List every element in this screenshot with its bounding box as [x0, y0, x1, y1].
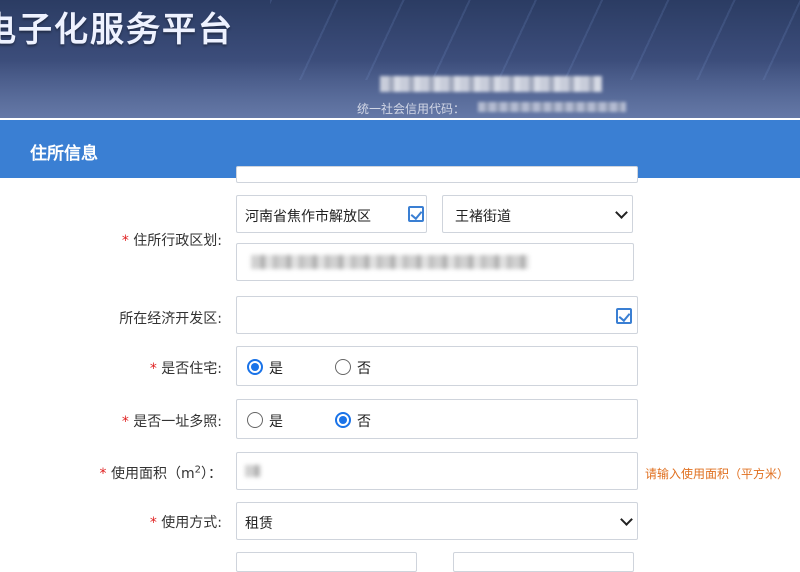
usage-type-label: * 使用方式: [150, 512, 222, 532]
radio-multi-license-no-label[interactable]: 否 [357, 411, 371, 431]
chevron-down-icon [620, 513, 633, 526]
required-mark: * [121, 414, 129, 430]
dev-zone-label: 所在经济开发区: [119, 311, 222, 327]
company-name-redacted [380, 76, 602, 92]
usage-area-hint: 请输入使用面积（平方米） [645, 467, 790, 481]
required-mark: * [149, 361, 157, 377]
radio-is-residence-no-label[interactable]: 否 [357, 358, 371, 378]
multi-license-radio-group: 是 否 [236, 399, 638, 439]
usage-area-input[interactable] [236, 452, 638, 490]
radio-is-residence-yes-label[interactable]: 是 [269, 358, 283, 378]
credit-code-redacted [478, 102, 626, 112]
credit-code-label: 统一社会信用代码： [357, 102, 466, 116]
dev-zone-picker-field[interactable] [236, 296, 638, 334]
address-form: * 住所行政区划: 河南省焦作市解放区 王褚街道 所在经济开发区: * 是否住宅… [0, 166, 800, 572]
next-field-left[interactable] [236, 552, 417, 572]
multi-license-label: * 是否一址多照: [122, 411, 222, 431]
admin-region-label-text: 住所行政区划: [133, 233, 222, 249]
header-banner: 电子化服务平台 统一社会信用代码： [0, 0, 800, 118]
radio-multi-license-no[interactable] [335, 412, 351, 428]
radio-multi-license-yes-label[interactable]: 是 [269, 411, 283, 431]
usage-area-label-suffix: ）： [201, 466, 222, 482]
radio-is-residence-yes[interactable] [247, 359, 263, 375]
usage-type-value: 租赁 [245, 516, 273, 532]
next-field-right[interactable] [453, 552, 634, 572]
previous-field[interactable] [236, 166, 638, 183]
admin-region-label: * 住所行政区划: [122, 230, 222, 250]
street-select[interactable]: 王褚街道 [442, 195, 633, 233]
region-value: 河南省焦作市解放区 [245, 209, 371, 225]
required-mark: * [149, 515, 157, 531]
usage-area-redacted [245, 465, 261, 477]
chevron-down-icon [615, 206, 628, 219]
radio-is-residence-no[interactable] [335, 359, 351, 375]
is-residence-label: * 是否住宅: [150, 358, 222, 378]
usage-area-label-prefix: 使用面积（m [110, 466, 195, 482]
address-redacted [251, 255, 529, 269]
detailed-address-input[interactable] [236, 243, 634, 281]
section-title: 住所信息 [30, 144, 98, 164]
is-residence-label-text: 是否住宅: [161, 361, 222, 377]
usage-type-label-text: 使用方式: [161, 515, 222, 531]
usage-type-select[interactable]: 租赁 [236, 502, 638, 540]
required-mark: * [121, 233, 129, 249]
checkbox-picker-icon[interactable] [616, 308, 632, 324]
region-picker-field[interactable]: 河南省焦作市解放区 [236, 195, 427, 233]
usage-area-label: * 使用面积（m2）： [100, 463, 222, 483]
checkbox-picker-icon[interactable] [408, 206, 424, 222]
required-mark: * [99, 466, 107, 482]
multi-license-label-text: 是否一址多照: [133, 414, 222, 430]
radio-multi-license-yes[interactable] [247, 412, 263, 428]
street-value: 王褚街道 [455, 209, 511, 225]
is-residence-radio-group: 是 否 [236, 346, 638, 386]
platform-title: 电子化服务平台 [0, 10, 234, 50]
